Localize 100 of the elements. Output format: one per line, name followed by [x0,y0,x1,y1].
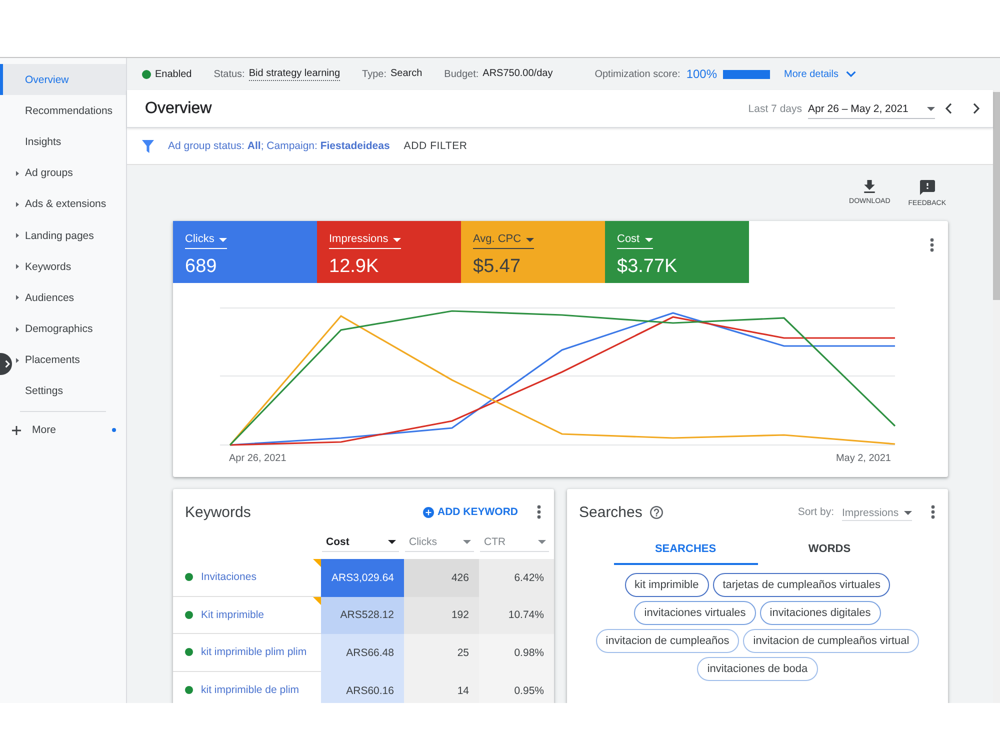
nav-item[interactable]: Demographics [12,314,126,345]
score-label: Optimization score: [594,68,680,80]
metric-value: 12.9K [329,257,379,277]
nav-item[interactable]: Insights [12,126,126,158]
chevron-left-icon[interactable] [945,103,952,114]
keyword-link[interactable]: kit imprimible plim plim [201,646,307,658]
download-icon [864,180,876,193]
nav-item[interactable]: Recommendations [12,95,126,126]
add-filter-button[interactable]: ADD FILTER [404,140,468,152]
search-term-chip[interactable]: kit imprimible [624,573,709,597]
field-value: Search [390,67,422,81]
tab[interactable]: SEARCHES [614,535,758,565]
field-value: Bid strategy learning [248,67,340,81]
expand-triangle-icon [16,326,19,332]
scrollbar-thumb[interactable] [993,92,1000,300]
caret-icon [927,107,935,111]
nav-item[interactable]: Audiences [12,282,126,314]
help-icon[interactable] [650,506,664,518]
caret-icon [538,540,546,544]
metric-tile[interactable]: Cost $3.77K [605,221,749,283]
search-term-chip[interactable]: tarjetas de cumpleaños virtuales [712,573,890,597]
chevron-right-icon [4,360,10,368]
caret-icon [388,540,396,544]
more-options-icon[interactable] [537,505,541,519]
caret-icon [526,238,534,242]
feedback-icon [920,180,935,195]
caret-icon [219,238,228,242]
more-details-button[interactable]: More details [784,68,856,80]
caret-icon [463,540,471,544]
more-button[interactable]: More [0,412,126,448]
nav-item[interactable]: Keywords [12,251,126,282]
search-term-chip[interactable]: invitacion de cumpleaños [596,629,740,653]
table-cell: 10.74% [479,596,554,634]
active-filter[interactable]: Ad group status: All; Campaign: Fiestadeideas [168,140,390,152]
more-options-icon[interactable] [930,238,934,252]
expand-triangle-icon [16,264,19,270]
table-cell: ARS528.12 [321,596,404,634]
more-options-icon[interactable] [931,505,935,519]
caret-icon [644,238,653,242]
field-label: Budget: [444,68,479,80]
caret-icon [904,510,912,514]
table-cell: ARS60.16 [321,672,404,703]
expand-triangle-icon [16,202,19,207]
expand-triangle-icon [16,358,19,363]
plus-icon [12,426,21,435]
metric-dropdown[interactable]: Cost [617,233,653,249]
nav-item[interactable]: Overview [0,64,126,96]
table-cell: 192 [404,596,479,634]
metric-value: $5.47 [473,257,521,277]
nav-item[interactable]: Ads & extensions [12,188,126,220]
table-cell: 426 [404,559,479,597]
table-cell: 14 [404,672,479,703]
search-term-chip[interactable]: invitaciones digitales [760,601,881,625]
column-header[interactable]: Cost [322,535,399,552]
column-header[interactable]: CTR [480,535,549,552]
metric-value: $3.77K [617,257,678,277]
metric-dropdown[interactable]: Avg. CPC [473,233,534,249]
range-label: Last 7 days [748,102,802,114]
metric-tile[interactable]: Clicks 689 [173,221,317,283]
campaign-status: Enabled [155,68,192,80]
metric-dropdown[interactable]: Clicks [185,233,228,249]
sort-label: Sort by: [798,506,834,518]
card-title: Keywords [185,504,251,520]
table-cell: ARS3,029.64 [321,559,404,597]
expand-triangle-icon [16,233,19,238]
table-cell: 0.98% [479,634,554,672]
add-keyword-button[interactable]: ADD KEYWORD [422,506,518,518]
page-title: Overview [145,100,212,118]
filter-icon[interactable] [142,140,154,152]
keyword-link[interactable]: Kit imprimible [201,608,264,621]
keyword-link[interactable]: Invitaciones [201,571,256,584]
field-label: Type: [362,68,386,80]
sort-dropdown[interactable]: Impressions [842,503,912,521]
metric-tile[interactable]: Avg. CPC $5.47 [461,221,605,283]
search-term-chip[interactable]: invitacion de cumpleaños virtual [743,629,920,653]
nav-item[interactable]: Placements [12,344,126,376]
field-label: Status: [214,68,245,80]
metric-tile[interactable]: Impressions 12.9K [317,221,461,283]
keyword-link[interactable]: kit imprimible de plim [201,684,300,696]
metric-value: 689 [185,257,217,277]
nav-item[interactable]: Settings [12,376,126,408]
tab[interactable]: WORDS [758,535,902,565]
date-range-dropdown[interactable]: Apr 26 – May 2, 2021 [808,98,935,118]
table-cell: 0.95% [479,672,554,703]
table-cell: 25 [404,634,479,672]
expand-triangle-icon [16,170,19,176]
axis-label: Apr 26, 2021 [229,453,286,464]
nav-item[interactable]: Ad groups [12,158,126,189]
table-cell: 6.42% [479,559,554,597]
caret-icon [393,238,402,242]
nav-item[interactable]: Landing pages [12,220,126,252]
chevron-down-icon [846,71,856,77]
score-value: 100% [686,67,718,81]
axis-label: May 2, 2021 [836,453,891,464]
search-term-chip[interactable]: invitaciones de boda [697,657,818,681]
score-bar [723,70,770,78]
metric-dropdown[interactable]: Impressions [329,233,402,249]
chevron-right-icon[interactable] [973,103,980,114]
column-header[interactable]: Clicks [405,535,474,552]
search-term-chip[interactable]: invitaciones virtuales [634,601,756,625]
